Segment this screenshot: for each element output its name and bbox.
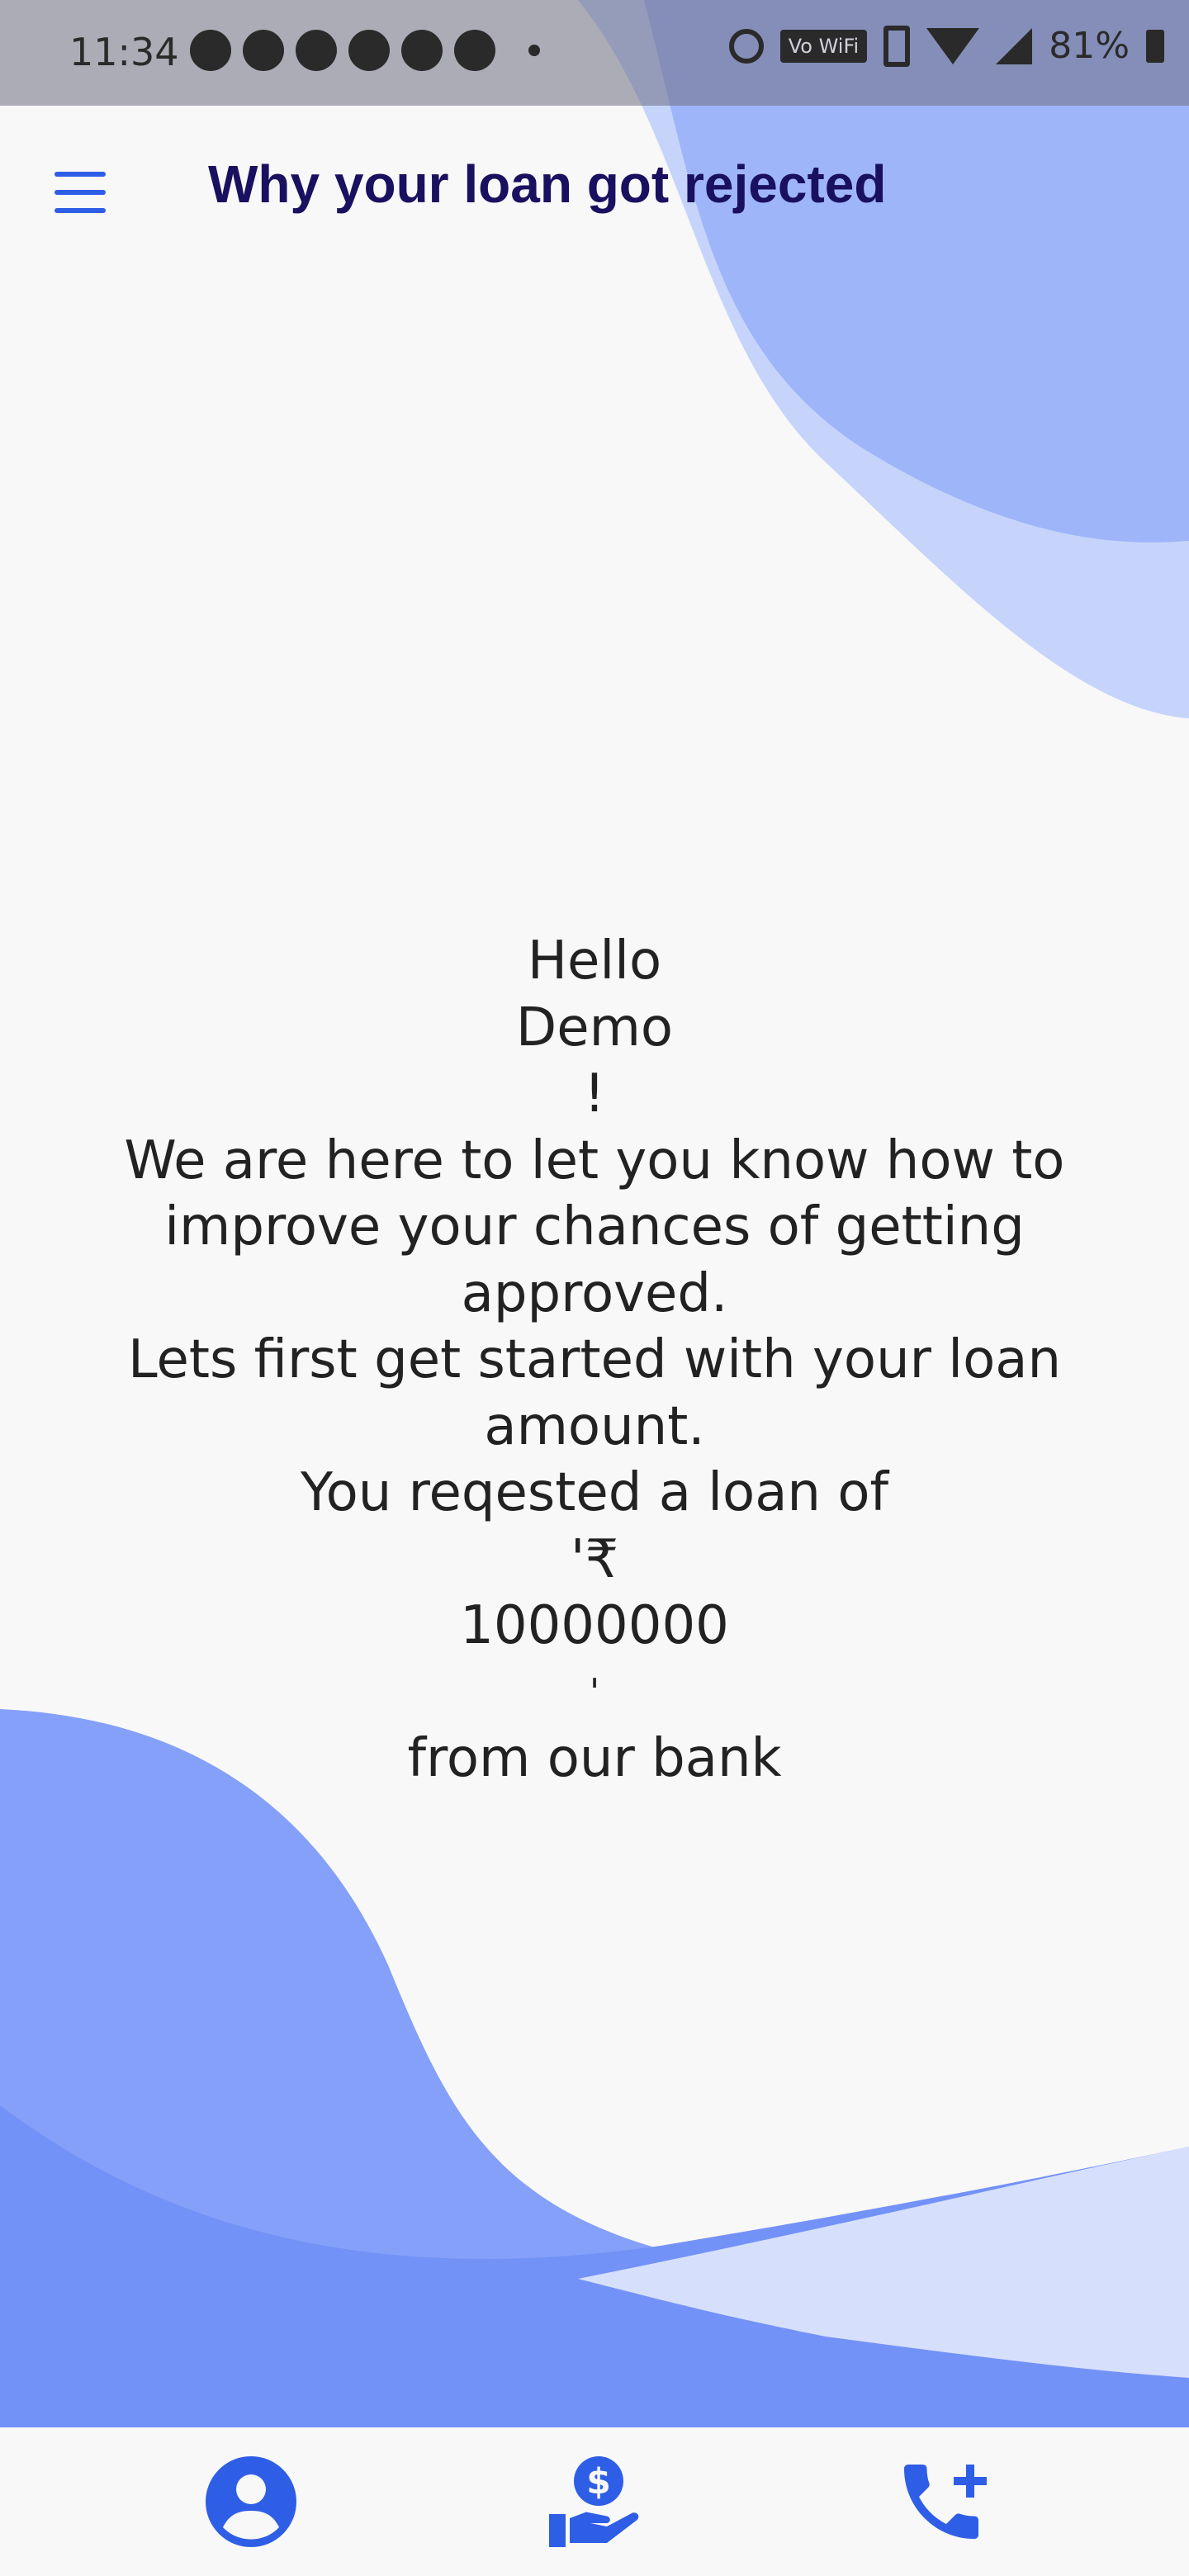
- loan-payment-icon[interactable]: $: [545, 2452, 644, 2551]
- closing-quote: ': [589, 1670, 600, 1713]
- user-name: Demo: [515, 997, 674, 1058]
- battery-icon: [1146, 29, 1164, 63]
- vibrate-icon: [883, 25, 911, 67]
- profile-icon[interactable]: [201, 2452, 301, 2551]
- intro-text: We are here to let you know how to impro…: [124, 1129, 1065, 1324]
- add-call-icon[interactable]: [892, 2452, 991, 2551]
- more-notifications-dot: [528, 45, 540, 56]
- loan-amount: 10000000: [460, 1595, 729, 1656]
- status-right: Vo WiFi 81%: [728, 25, 1164, 67]
- whatsapp-icon: [190, 30, 231, 71]
- loan-prompt-text: Lets first get started with your loan am…: [127, 1329, 1062, 1457]
- wifi-icon: [926, 27, 980, 64]
- requested-text: You reqested a loan of: [300, 1462, 889, 1523]
- svg-text:$: $: [586, 2462, 611, 2503]
- phone-call-icon: [296, 30, 337, 71]
- app-bar: Why your loan got rejected: [0, 106, 1189, 268]
- menu-icon[interactable]: [40, 154, 119, 233]
- snapchat-icon: [348, 30, 390, 71]
- messages-icon: [243, 30, 284, 71]
- page-title: Why your loan got rejected: [208, 154, 887, 214]
- alarm-icon: [728, 28, 764, 64]
- snapchat-icon: [401, 30, 443, 71]
- from-bank-text: from our bank: [407, 1727, 782, 1789]
- vowifi-badge: Vo WiFi: [779, 29, 868, 63]
- exclamation: !: [584, 1063, 605, 1125]
- signal-icon: [996, 27, 1033, 64]
- battery-percent: 81%: [1049, 25, 1130, 67]
- snapchat-icon: [454, 30, 495, 71]
- greeting-text: Hello: [527, 930, 662, 992]
- notification-icons: [190, 30, 540, 71]
- rejection-message: Hello Demo ! We are here to let you know…: [99, 928, 1090, 1792]
- status-time: 11:34: [69, 30, 179, 74]
- status-bar: 11:34 Vo WiFi 81%: [0, 0, 1189, 106]
- currency-symbol: '₹: [570, 1528, 619, 1590]
- bottom-navigation: $: [0, 2427, 1189, 2576]
